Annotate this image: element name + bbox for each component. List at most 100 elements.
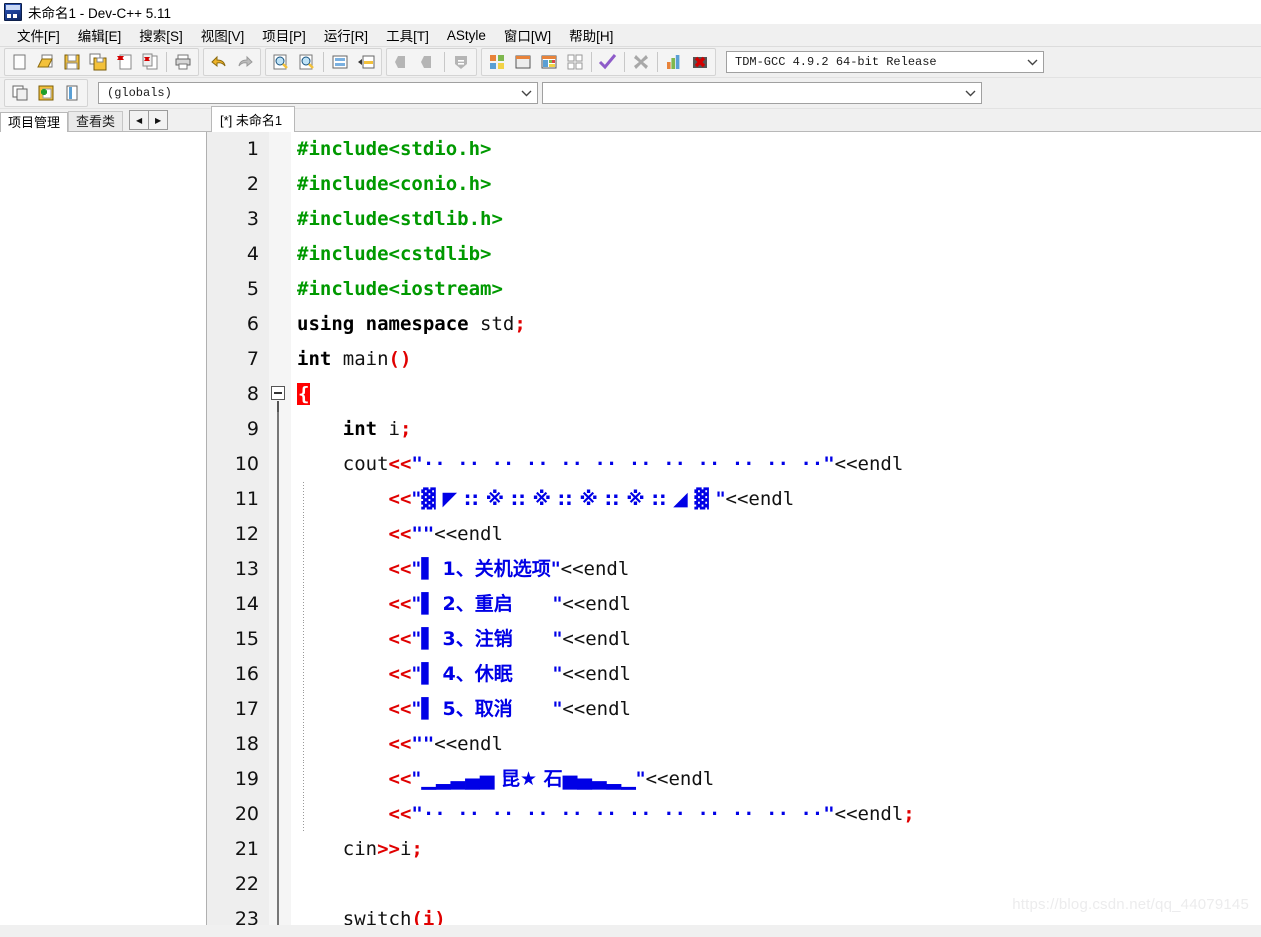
toolbar-syntax-check[interactable]: [595, 50, 621, 74]
fold-marker: [269, 412, 291, 447]
code-lines[interactable]: 1 #include<stdio.h> 2 #include<conio.h> 3 #in…: [207, 132, 1261, 925]
code-line[interactable]: 18 <<""<<endl: [207, 727, 1261, 762]
toolbar-new-file[interactable]: [7, 50, 33, 74]
fold-guide-line: [277, 727, 279, 762]
code-line[interactable]: 5 #include<iostream>: [207, 272, 1261, 307]
toolbar-goto-function[interactable]: [353, 50, 379, 74]
code-token: (i): [411, 908, 446, 925]
fold-guide-line: [277, 692, 279, 727]
toolbar-run[interactable]: [510, 50, 536, 74]
line-number: 11: [234, 488, 259, 510]
code-line-text: <<"▌ 2、重启 "<<endl: [291, 587, 1261, 622]
code-line[interactable]: 2 #include<conio.h>: [207, 167, 1261, 202]
toolbar-new-project[interactable]: [7, 81, 33, 105]
toolbar-forward[interactable]: [415, 50, 441, 74]
editor-tab-untitled1[interactable]: [*] 未命名1: [211, 106, 296, 132]
code-line[interactable]: 10 cout<<"·· ·· ·· ·· ·· ·· ·· ·· ·· ·· …: [207, 447, 1261, 482]
fold-marker[interactable]: [269, 377, 291, 412]
code-line[interactable]: 20 <<"·· ·· ·· ·· ·· ·· ·· ·· ·· ·· ·· ·…: [207, 797, 1261, 832]
code-line[interactable]: 16 <<"▌ 4、休眠 "<<endl: [207, 657, 1261, 692]
project-manager-panel[interactable]: [0, 132, 207, 925]
toolbar-goto-line[interactable]: [327, 50, 353, 74]
code-token: #include<stdlib.h>: [297, 208, 503, 230]
toolbar-save[interactable]: [59, 50, 85, 74]
code-line-text: #include<cstdlib>: [291, 237, 1261, 272]
code-line[interactable]: 3 #include<stdlib.h>: [207, 202, 1261, 237]
fold-guide-line: [277, 587, 279, 622]
toolbar-back[interactable]: [389, 50, 415, 74]
menu-astyle[interactable]: AStyle: [438, 26, 495, 45]
code-line[interactable]: 1 #include<stdio.h>: [207, 132, 1261, 167]
compiler-select[interactable]: TDM-GCC 4.9.2 64-bit Release: [726, 51, 1044, 73]
code-line[interactable]: 14 <<"▌ 2、重启 "<<endl: [207, 587, 1261, 622]
fold-marker: [269, 622, 304, 657]
toolbar-open-file[interactable]: [33, 50, 59, 74]
menu-view[interactable]: 视图[V]: [192, 23, 254, 47]
fold-guide-line: [277, 517, 279, 552]
toolbar-undo[interactable]: [206, 50, 232, 74]
fold-guide-line: [277, 622, 279, 657]
toolbar-project-options[interactable]: [59, 81, 85, 105]
scope-select[interactable]: (globals): [98, 82, 538, 104]
menu-edit[interactable]: 编辑[E]: [69, 23, 131, 47]
toolbar-close-all[interactable]: [137, 50, 163, 74]
tab-scroll-right-button[interactable]: ▶: [149, 110, 169, 130]
fold-collapse-icon[interactable]: [271, 386, 285, 400]
toolbar-print[interactable]: [170, 50, 196, 74]
code-line[interactable]: 6 using namespace std;: [207, 307, 1261, 342]
toolbar-redo[interactable]: [232, 50, 258, 74]
code-line-text: <<""<<endl: [291, 517, 1261, 552]
indent-guide: [303, 797, 304, 832]
toolbar-debug-delete[interactable]: [687, 50, 713, 74]
code-token: cout: [297, 453, 389, 475]
editor-tab-bar: [*] 未命名1: [207, 105, 1261, 132]
code-line[interactable]: 17 <<"▌ 5、取消 "<<endl: [207, 692, 1261, 727]
symbol-select[interactable]: [542, 82, 982, 104]
code-line-text: int main(): [291, 342, 1261, 377]
code-line[interactable]: 21 cin>>i;: [207, 832, 1261, 867]
code-line[interactable]: 12 <<""<<endl: [207, 517, 1261, 552]
code-token: <<: [388, 628, 412, 650]
toolbar-compile[interactable]: [484, 50, 510, 74]
toolbar-add-to-project[interactable]: [33, 81, 59, 105]
toolbar-close-file[interactable]: [111, 50, 137, 74]
line-number: 19: [234, 768, 259, 790]
code-line[interactable]: 23 switch(i): [207, 902, 1261, 925]
code-line[interactable]: 19 <<"▁▂▃▄▅ 昆★ 石▅▄▃▂▁"<<endl: [207, 762, 1261, 797]
code-line[interactable]: 7 int main(): [207, 342, 1261, 377]
menu-window[interactable]: 窗口[W]: [495, 23, 560, 47]
toolbar-profile[interactable]: [661, 50, 687, 74]
code-line[interactable]: 22: [207, 867, 1261, 902]
code-line-text: #include<conio.h>: [291, 167, 1261, 202]
code-line[interactable]: 9 int i;: [207, 412, 1261, 447]
code-line[interactable]: 13 <<"▌ 1、关机选项"<<endl: [207, 552, 1261, 587]
menu-file[interactable]: 文件[F]: [8, 23, 69, 47]
menu-run[interactable]: 运行[R]: [315, 23, 377, 47]
toolbar-rebuild-all[interactable]: [562, 50, 588, 74]
toolbar-find[interactable]: [268, 50, 294, 74]
menu-help[interactable]: 帮助[H]: [560, 23, 622, 47]
tab-class-browser[interactable]: 查看类: [68, 111, 124, 131]
menu-tools[interactable]: 工具[T]: [377, 23, 438, 47]
code-line[interactable]: 15 <<"▌ 3、注销 "<<endl: [207, 622, 1261, 657]
toolbar-group-project: [4, 79, 88, 107]
toolbar-stop[interactable]: [628, 50, 654, 74]
tab-project-manager[interactable]: 项目管理: [0, 112, 69, 132]
fold-guide-line: [277, 412, 279, 447]
devcpp-window: 未命名1 - Dev-C++ 5.11 文件[F] 编辑[E] 搜索[S] 视图…: [0, 0, 1261, 937]
menu-search[interactable]: 搜索[S]: [130, 23, 192, 47]
toolbar-replace[interactable]: [294, 50, 320, 74]
tab-scroll-left-button[interactable]: ◀: [129, 110, 150, 130]
fold-marker: [269, 727, 304, 762]
toolbar-save-all[interactable]: [85, 50, 111, 74]
line-number: 3: [246, 208, 259, 230]
menu-project[interactable]: 项目[P]: [253, 23, 315, 47]
code-line[interactable]: 8{: [207, 377, 1261, 412]
code-line[interactable]: 4 #include<cstdlib>: [207, 237, 1261, 272]
code-editor[interactable]: 1 #include<stdio.h> 2 #include<conio.h> 3 #in…: [207, 132, 1261, 925]
toolbar-bookmark[interactable]: [448, 50, 474, 74]
toolbar-compile-run[interactable]: [536, 50, 562, 74]
code-line[interactable]: 11 <<"▓ ◤ :: ※ :: ※ :: ※ :: ※ :: ◢ ▓ "<<…: [207, 482, 1261, 517]
